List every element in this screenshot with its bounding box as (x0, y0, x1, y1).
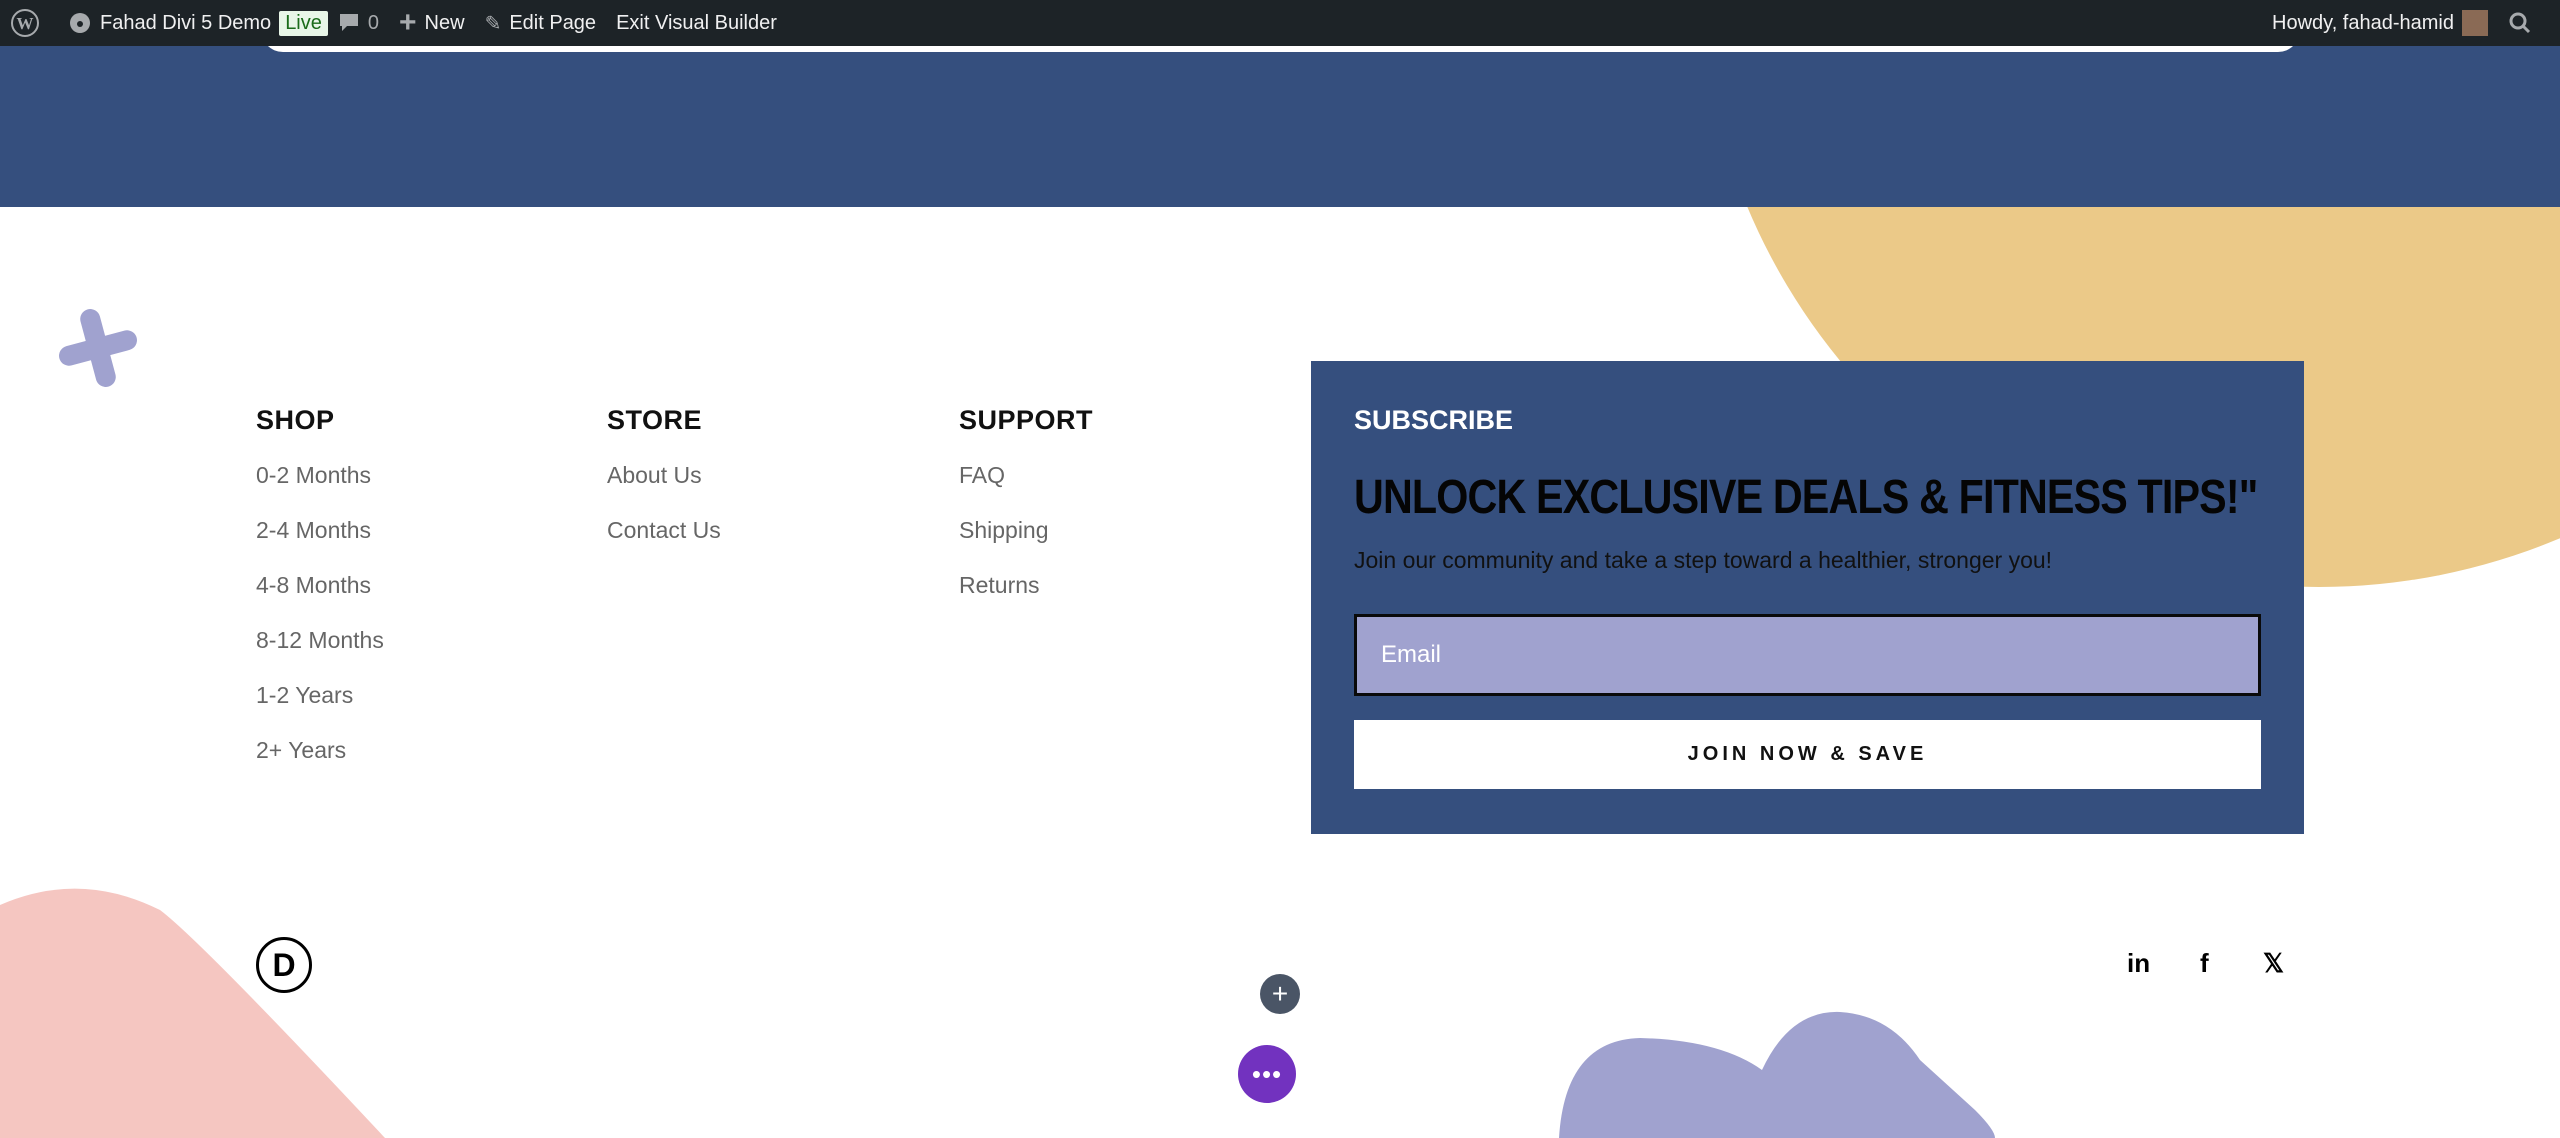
site-name-link[interactable]: Fahad Divi 5 Demo (58, 0, 281, 46)
exit-visual-builder-link[interactable]: Exit Visual Builder (606, 0, 787, 46)
facebook-icon[interactable]: f (2200, 948, 2209, 979)
comments-link[interactable]: 0 (328, 0, 389, 46)
new-label: New (424, 11, 465, 34)
wordpress-logo-button[interactable]: W (0, 0, 58, 46)
footer-link[interactable]: FAQ (959, 460, 1093, 515)
site-name: Fahad Divi 5 Demo (100, 11, 272, 34)
subscribe-box: SUBSCRIBE UNLOCK EXCLUSIVE DEALS & FITNE… (1311, 361, 2304, 834)
column-title: SUPPORT (959, 405, 1094, 435)
comment-icon (339, 14, 358, 31)
header-band (0, 46, 2560, 207)
lavender-cloud-shape (1559, 1011, 1995, 1138)
edit-page-label: Edit Page (509, 11, 597, 34)
subscribe-description: Join our community and take a step towar… (1354, 547, 2053, 573)
search-button[interactable] (2498, 0, 2560, 46)
plus-shape (59, 309, 137, 387)
new-content-link[interactable]: + New (389, 0, 475, 46)
svg-text:W: W (17, 14, 34, 33)
footer-link[interactable]: 2+ Years (256, 735, 384, 790)
linkedin-icon[interactable]: in (2127, 948, 2150, 979)
dashboard-icon (70, 13, 90, 33)
footer-link[interactable]: Returns (959, 570, 1093, 625)
footer-column-support: SUPPORT FAQ Shipping Returns (959, 405, 1093, 625)
comment-count: 0 (367, 11, 380, 34)
plus-icon: + (399, 6, 417, 39)
footer-link[interactable]: 8-12 Months (256, 625, 384, 680)
footer-link[interactable]: 1-2 Years (256, 680, 384, 735)
x-twitter-icon[interactable]: 𝕏 (2263, 948, 2284, 979)
exit-label: Exit Visual Builder (616, 11, 777, 34)
column-title: SHOP (256, 405, 335, 435)
footer-link[interactable]: Shipping (959, 515, 1093, 570)
footer-link[interactable]: 4-8 Months (256, 570, 384, 625)
column-title: STORE (607, 405, 703, 435)
live-badge: Live (279, 10, 328, 36)
pink-blob-shape (0, 888, 385, 1138)
avatar (2462, 10, 2488, 36)
builder-more-options-button[interactable]: ••• (1238, 1045, 1296, 1103)
subscribe-headline: UNLOCK EXCLUSIVE DEALS & FITNESS TIPS!" (1354, 471, 2258, 524)
pencil-icon: ✎ (484, 12, 502, 35)
howdy-label: Howdy, fahad-hamid (2272, 11, 2454, 34)
email-input[interactable] (1354, 614, 2261, 696)
footer-link[interactable]: About Us (607, 460, 721, 515)
wordpress-icon: W (11, 9, 39, 37)
edit-page-link[interactable]: ✎ Edit Page (475, 0, 607, 46)
join-now-button[interactable]: JOIN NOW & SAVE (1354, 720, 2261, 789)
add-section-button[interactable]: + (1260, 974, 1300, 1014)
user-account-menu[interactable]: Howdy, fahad-hamid (2262, 0, 2498, 46)
search-icon (2509, 12, 2531, 34)
admin-bar: W Fahad Divi 5 Demo Live 0 + New ✎ Edit Pa… (0, 0, 2560, 46)
footer-link[interactable]: 2-4 Months (256, 515, 384, 570)
subscribe-label: SUBSCRIBE (1354, 405, 1514, 435)
divi-logo[interactable]: D (256, 937, 312, 993)
footer-column-shop: SHOP 0-2 Months 2-4 Months 4-8 Months 8-… (256, 405, 384, 790)
footer-link[interactable]: 0-2 Months (256, 460, 384, 515)
footer-link[interactable]: Contact Us (607, 515, 721, 570)
footer-column-store: STORE About Us Contact Us (607, 405, 721, 570)
